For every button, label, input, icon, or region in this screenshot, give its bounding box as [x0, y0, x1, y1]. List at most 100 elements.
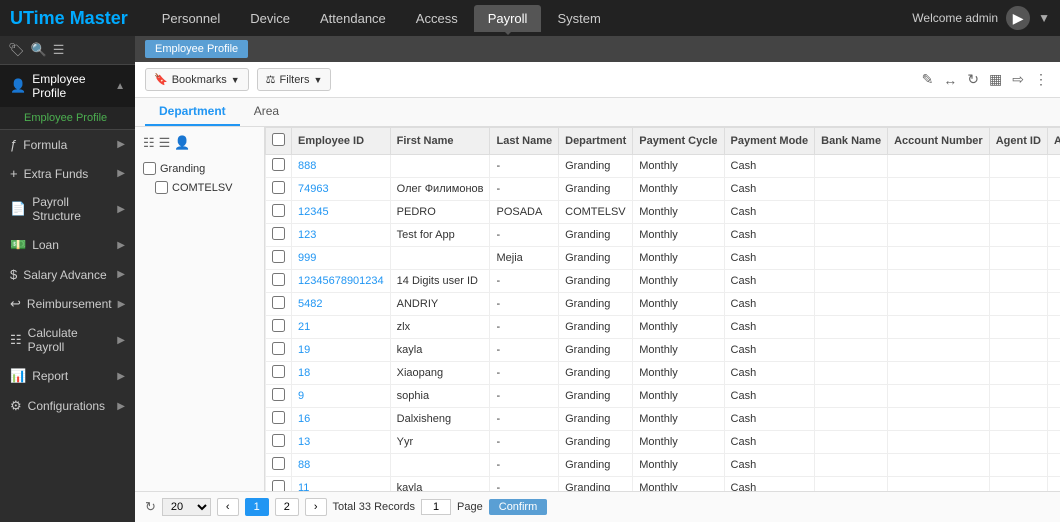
sidebar-item-configurations[interactable]: ⚙ Configurations ▶ — [0, 391, 135, 421]
sidebar-item-employee-profile[interactable]: 👤 Employee Profile ▲ — [0, 65, 135, 107]
employee-id-link-4[interactable]: 999 — [298, 252, 316, 264]
row-checkbox-col — [266, 293, 292, 316]
cell-employee-id-5: 12345678901234 — [292, 270, 391, 293]
cell-employee-id-14: 11 — [292, 477, 391, 492]
employee-id-link-5[interactable]: 12345678901234 — [298, 275, 384, 287]
employee-id-link-10[interactable]: 9 — [298, 390, 304, 402]
sidebar-item-calculate-payroll[interactable]: ☷ Calculate Payroll ▶ — [0, 319, 135, 361]
cell-agent-account-2 — [1047, 201, 1060, 224]
confirm-button[interactable]: Confirm — [489, 499, 548, 515]
search-icon[interactable]: 🔍 — [31, 42, 47, 58]
cell-last-name-4: Mejia — [490, 247, 559, 270]
sidebar-item-formula[interactable]: ƒ Formula ▶ — [0, 130, 135, 159]
more-icon[interactable]: ⋮ — [1032, 69, 1050, 90]
tree-item-comtelsv[interactable]: COMTELSV — [151, 178, 260, 197]
employee-id-link-3[interactable]: 123 — [298, 229, 316, 241]
toolbar-action-icons: ✎ ↔ ↻ ▦ ⇨ ⋮ — [920, 69, 1050, 90]
user-avatar[interactable]: ▶ — [1006, 6, 1030, 30]
sidebar-item-payroll-structure[interactable]: 📄 Payroll Structure ▶ — [0, 188, 135, 230]
employee-id-link-12[interactable]: 13 — [298, 436, 310, 448]
welcome-text: Welcome admin — [912, 11, 998, 25]
row-checkbox-9[interactable] — [272, 365, 285, 378]
row-checkbox-5[interactable] — [272, 273, 285, 286]
row-checkbox-11[interactable] — [272, 411, 285, 424]
row-checkbox-8[interactable] — [272, 342, 285, 355]
sidebar-item-label-calculate-payroll: Calculate Payroll — [28, 326, 112, 354]
sidebar-sub-item-employee-profile[interactable]: Employee Profile — [0, 107, 135, 129]
row-checkbox-12[interactable] — [272, 434, 285, 447]
row-checkbox-col — [266, 431, 292, 454]
employee-id-link-1[interactable]: 74963 — [298, 183, 329, 195]
select-all-checkbox[interactable] — [272, 133, 285, 146]
row-checkbox-10[interactable] — [272, 388, 285, 401]
cell-agent-account-4 — [1047, 247, 1060, 270]
page-number-input[interactable] — [421, 499, 451, 515]
nav-attendance[interactable]: Attendance — [306, 5, 400, 32]
employee-id-link-13[interactable]: 88 — [298, 459, 310, 471]
tree-person-icon[interactable]: 👤 — [174, 135, 190, 151]
tree-checkbox-granding[interactable] — [143, 162, 156, 175]
employee-id-link-9[interactable]: 18 — [298, 367, 310, 379]
sidebar-item-reimbursement[interactable]: ↩ Reimbursement ▶ — [0, 289, 135, 319]
nav-system[interactable]: System — [543, 5, 614, 32]
employee-id-link-6[interactable]: 5482 — [298, 298, 322, 310]
table-row: 5482 ANDRIY - Granding Monthly Cash ✅ — [266, 293, 1060, 316]
page-size-select[interactable]: 20 50 100 — [162, 498, 211, 516]
nav-payroll[interactable]: Payroll — [474, 5, 542, 32]
dropdown-arrow[interactable]: ▼ — [1038, 11, 1050, 25]
row-checkbox-2[interactable] — [272, 204, 285, 217]
row-checkbox-1[interactable] — [272, 181, 285, 194]
employee-id-link-7[interactable]: 21 — [298, 321, 310, 333]
sidebar-item-report[interactable]: 📊 Report ▶ — [0, 361, 135, 391]
share-icon[interactable]: ⇨ — [1010, 69, 1026, 90]
header-employee-id: Employee ID — [292, 128, 391, 155]
tab-area[interactable]: Area — [240, 98, 293, 126]
employee-id-link-2[interactable]: 12345 — [298, 206, 329, 218]
employee-id-link-8[interactable]: 19 — [298, 344, 310, 356]
row-checkbox-4[interactable] — [272, 250, 285, 263]
tree-list-icon[interactable]: ☷ — [143, 135, 155, 151]
edit-icon[interactable]: ✎ — [920, 69, 936, 90]
nav-access[interactable]: Access — [402, 5, 472, 32]
menu-icon[interactable]: ☰ — [53, 42, 65, 58]
row-checkbox-14[interactable] — [272, 480, 285, 491]
row-checkbox-13[interactable] — [272, 457, 285, 470]
cell-department-12: Granding — [559, 431, 633, 454]
cell-last-name-5: - — [490, 270, 559, 293]
tree-add-icon[interactable]: ☰ — [159, 135, 171, 151]
columns-icon[interactable]: ▦ — [987, 69, 1004, 90]
row-checkbox-3[interactable] — [272, 227, 285, 240]
header-payment-mode: Payment Mode — [724, 128, 815, 155]
breadcrumb-tab[interactable]: Employee Profile — [145, 40, 248, 58]
page-1-button[interactable]: 1 — [245, 498, 269, 516]
nav-personnel[interactable]: Personnel — [148, 5, 235, 32]
tree-checkbox-comtelsv[interactable] — [155, 181, 168, 194]
employee-id-link-0[interactable]: 888 — [298, 160, 316, 172]
bookmarks-button[interactable]: 🔖 Bookmarks ▼ — [145, 68, 249, 91]
tab-department[interactable]: Department — [145, 98, 240, 126]
sidebar-item-salary-advance[interactable]: $ Salary Advance ▶ — [0, 260, 135, 289]
row-checkbox-col — [266, 362, 292, 385]
row-checkbox-6[interactable] — [272, 296, 285, 309]
expand-icon[interactable]: ↔ — [941, 70, 959, 90]
refresh-icon[interactable]: ↻ — [965, 69, 981, 90]
header-payment-cycle: Payment Cycle — [633, 128, 724, 155]
pagination-refresh-icon[interactable]: ↻ — [145, 499, 156, 515]
row-checkbox-0[interactable] — [272, 158, 285, 171]
employee-id-link-11[interactable]: 16 — [298, 413, 310, 425]
cell-department-9: Granding — [559, 362, 633, 385]
tree-item-granding[interactable]: Granding — [139, 159, 260, 178]
employee-table-area: Employee ID First Name Last Name Departm… — [265, 127, 1060, 491]
arrow-extra-funds: ▶ — [117, 168, 125, 179]
cell-agent-id-12 — [989, 431, 1047, 454]
row-checkbox-7[interactable] — [272, 319, 285, 332]
filters-button[interactable]: ⚖ Filters ▼ — [257, 68, 332, 91]
page-2-button[interactable]: 2 — [275, 498, 299, 516]
sidebar-item-loan[interactable]: 💵 Loan ▶ — [0, 230, 135, 260]
content-tabs: Department Area — [135, 98, 1060, 127]
nav-device[interactable]: Device — [236, 5, 304, 32]
next-page-button[interactable]: › — [305, 498, 327, 516]
sidebar-item-extra-funds[interactable]: + Extra Funds ▶ — [0, 159, 135, 188]
prev-page-button[interactable]: ‹ — [217, 498, 239, 516]
employee-id-link-14[interactable]: 11 — [298, 482, 309, 491]
